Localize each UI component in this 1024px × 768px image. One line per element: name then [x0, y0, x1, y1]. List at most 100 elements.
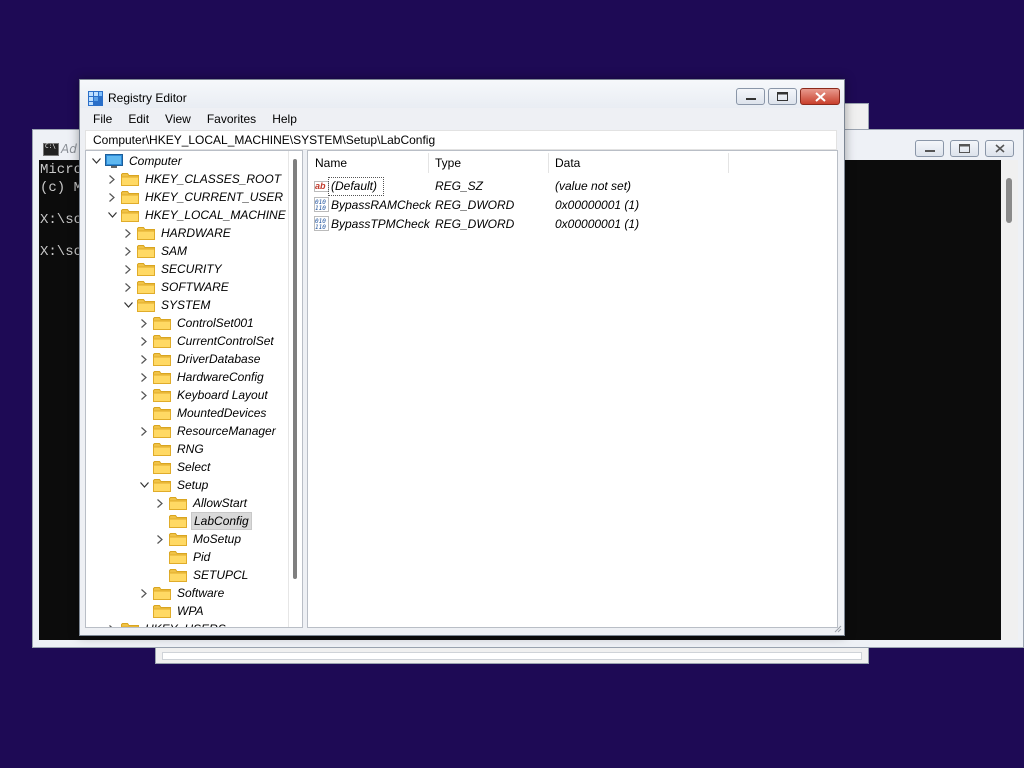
console-scroll-thumb[interactable]	[1006, 178, 1012, 223]
chevron-right-icon[interactable]	[138, 317, 150, 329]
registry-editor-window: Registry Editor File Edit View Favorites…	[79, 79, 845, 636]
console-line: X:\so	[40, 212, 83, 228]
tree-item-resourcemanager[interactable]: ResourceManager	[138, 422, 278, 440]
menu-bar: File Edit View Favorites Help	[85, 110, 839, 130]
column-header-type[interactable]: Type	[428, 151, 548, 175]
tree-item-mosetup[interactable]: MoSetup	[154, 530, 243, 548]
tree-item-label: RNG	[177, 442, 204, 456]
close-button[interactable]	[800, 88, 840, 105]
folder-icon	[153, 370, 171, 384]
chevron-right-icon[interactable]	[122, 263, 134, 275]
tree-item-software[interactable]: SOFTWARE	[122, 278, 231, 296]
value-row-bypasstpmcheck[interactable]: 010 110 BypassTPMCheck REG_DWORD 0x00000…	[308, 215, 837, 234]
tree-item-sam[interactable]: SAM	[122, 242, 189, 260]
folder-icon	[137, 298, 155, 312]
tree-item-label: SAM	[161, 244, 188, 258]
chevron-right-icon[interactable]	[138, 335, 150, 347]
column-header-data[interactable]: Data	[548, 151, 728, 175]
chevron-right-icon[interactable]	[154, 533, 166, 545]
chevron-right-icon[interactable]	[122, 281, 134, 293]
tree-item-hkey-local-machine[interactable]: HKEY_LOCAL_MACHINE	[106, 206, 288, 224]
value-data: (value not set)	[555, 179, 632, 193]
tree-item-driverdatabase[interactable]: DriverDatabase	[138, 350, 262, 368]
tree-item-label: HKEY_CLASSES_ROOT	[145, 172, 282, 186]
chevron-right-icon[interactable]	[122, 245, 134, 257]
tree-item-wpa[interactable]: WPA	[138, 602, 205, 620]
folder-icon	[169, 550, 187, 564]
chevron-down-icon[interactable]	[122, 299, 134, 311]
menu-view[interactable]: View	[157, 110, 199, 130]
tree-item-mounteddevices[interactable]: MountedDevices	[138, 404, 268, 422]
cmd-maximize-button[interactable]	[950, 140, 979, 157]
folder-icon	[121, 172, 139, 186]
cmd-minimize-button[interactable]	[915, 140, 944, 157]
value-row-default[interactable]: ab (Default) REG_SZ (value not set)	[308, 177, 837, 196]
resize-grip-icon[interactable]	[832, 623, 842, 633]
chevron-right-icon[interactable]	[138, 353, 150, 365]
chevron-right-icon[interactable]	[106, 191, 118, 203]
maximize-button[interactable]	[768, 88, 797, 105]
tree-item-label: AllowStart	[193, 496, 248, 510]
key-tree-pane[interactable]: HKEY_USERS WPA Software SETUPCL Pid MoSetup La…	[85, 150, 303, 628]
menu-favorites[interactable]: Favorites	[199, 110, 264, 130]
tree-item-hardwareconfig[interactable]: HardwareConfig	[138, 368, 266, 386]
console-scrollbar[interactable]	[1001, 160, 1018, 640]
value-name: BypassTPMCheck	[331, 217, 430, 231]
tree-item-software[interactable]: Software	[138, 584, 226, 602]
menu-help[interactable]: Help	[264, 110, 305, 130]
minimize-button[interactable]	[736, 88, 765, 105]
folder-icon	[137, 280, 155, 294]
tree-item-hkey-classes-root[interactable]: HKEY_CLASSES_ROOT	[106, 170, 283, 188]
tree-item-rng[interactable]: RNG	[138, 440, 206, 458]
tree-item-hkey-current-user[interactable]: HKEY_CURRENT_USER	[106, 188, 285, 206]
column-divider[interactable]	[728, 153, 729, 173]
tree-item-controlset001[interactable]: ControlSet001	[138, 314, 256, 332]
tree-item-security[interactable]: SECURITY	[122, 260, 224, 278]
registry-editor-icon	[88, 91, 103, 106]
chevron-right-icon[interactable]	[122, 227, 134, 239]
tree-item-setup[interactable]: Setup	[138, 476, 210, 494]
no-expander	[138, 407, 150, 419]
tree-item-pid[interactable]: Pid	[154, 548, 212, 566]
tree-item-hkey-users[interactable]: HKEY_USERS	[106, 620, 228, 627]
cmd-icon	[43, 143, 59, 156]
title-bar[interactable]: Registry Editor	[80, 80, 844, 108]
chevron-right-icon[interactable]	[138, 425, 150, 437]
chevron-down-icon[interactable]	[106, 209, 118, 221]
column-header-name[interactable]: Name	[308, 151, 428, 175]
chevron-right-icon[interactable]	[106, 623, 118, 627]
tree-item-labconfig[interactable]: LabConfig	[154, 512, 252, 530]
menu-edit[interactable]: Edit	[120, 110, 157, 130]
tree-item-select[interactable]: Select	[138, 458, 212, 476]
tree-item-label: Software	[177, 586, 225, 600]
console-line: (c) M	[40, 180, 83, 196]
tree-item-system[interactable]: SYSTEM	[122, 296, 212, 314]
address-bar[interactable]: Computer\HKEY_LOCAL_MACHINE\SYSTEM\Setup…	[85, 130, 837, 150]
folder-icon	[153, 586, 171, 600]
values-pane[interactable]: Name Type Data ab (Default) REG_SZ (valu…	[307, 150, 838, 628]
tree-item-label: WPA	[177, 604, 204, 618]
tree-scrollbar[interactable]	[288, 151, 302, 627]
chevron-right-icon[interactable]	[138, 389, 150, 401]
chevron-down-icon[interactable]	[138, 479, 150, 491]
string-value-icon: ab	[314, 181, 329, 192]
tree-item-setupcl[interactable]: SETUPCL	[154, 566, 250, 584]
tree-item-allowstart[interactable]: AllowStart	[154, 494, 249, 512]
chevron-down-icon[interactable]	[90, 155, 102, 167]
tree-item-currentcontrolset[interactable]: CurrentControlSet	[138, 332, 276, 350]
menu-file[interactable]: File	[85, 110, 120, 130]
chevron-right-icon[interactable]	[154, 497, 166, 509]
chevron-right-icon[interactable]	[138, 587, 150, 599]
folder-icon	[153, 334, 171, 348]
value-type: REG_DWORD	[435, 217, 515, 231]
chevron-right-icon[interactable]	[138, 371, 150, 383]
tree-item-hardware[interactable]: HARDWARE	[122, 224, 233, 242]
chevron-right-icon[interactable]	[106, 173, 118, 185]
tree-scroll-thumb[interactable]	[293, 159, 297, 579]
cmd-close-button[interactable]	[985, 140, 1014, 157]
tree-item-computer[interactable]: Computer	[90, 152, 184, 170]
folder-icon	[153, 424, 171, 438]
value-row-bypassramcheck[interactable]: 010 110 BypassRAMCheck REG_DWORD 0x00000…	[308, 196, 837, 215]
tree-item-label: SYSTEM	[161, 298, 211, 312]
tree-item-keyboard-layout[interactable]: Keyboard Layout	[138, 386, 270, 404]
